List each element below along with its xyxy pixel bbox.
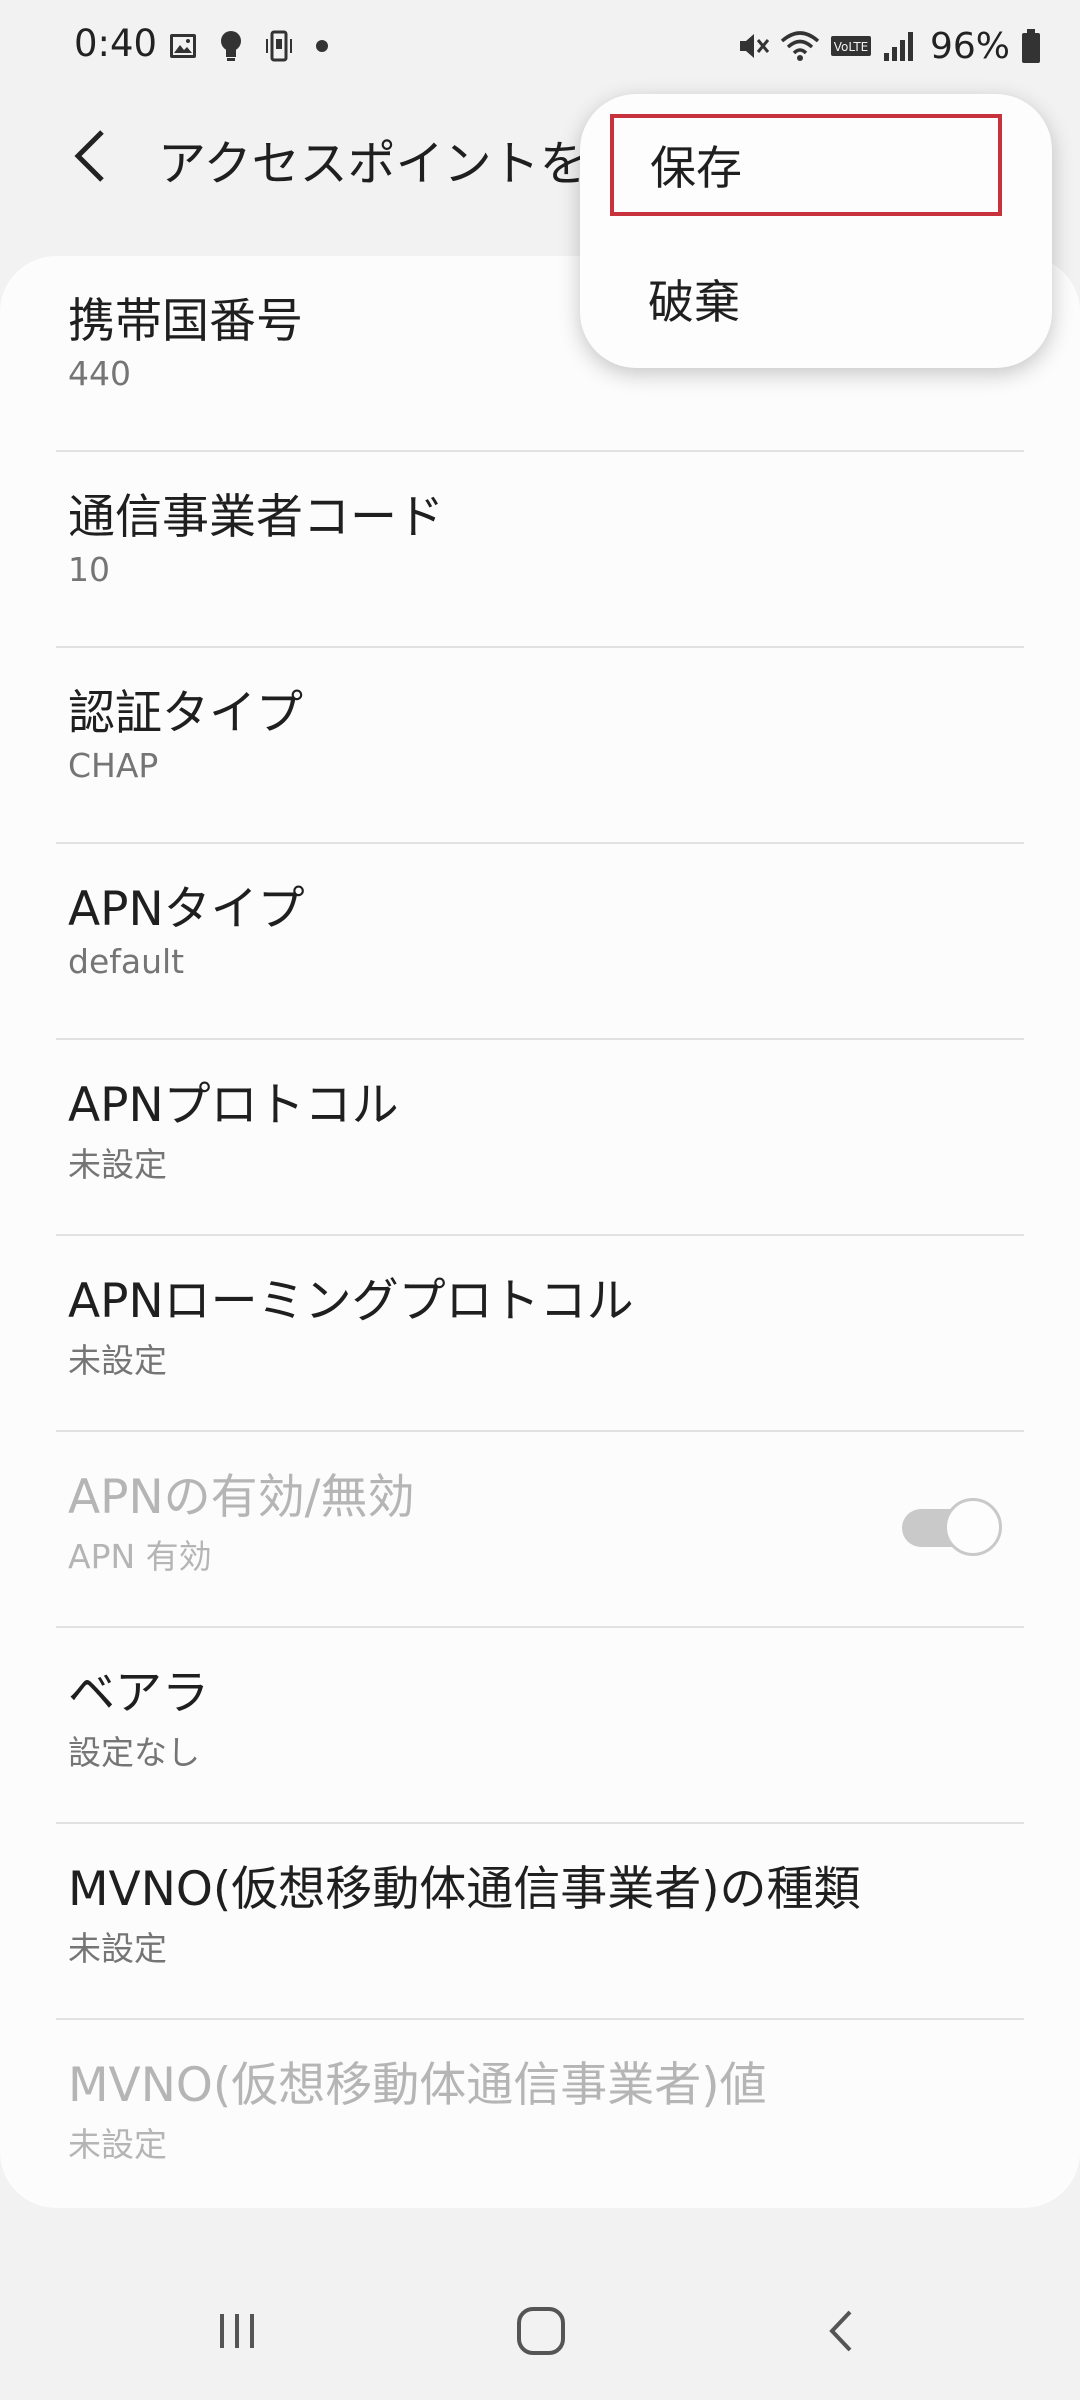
battery-icon [1022,29,1040,63]
home-button[interactable] [496,2286,586,2376]
page-title: アクセスポイントを編集 [158,136,618,192]
volte-icon: VoLTE [830,36,871,56]
nav-back-button[interactable] [798,2286,888,2376]
setting-apn-protocol[interactable]: APNプロトコル 未設定 [0,1040,1080,1236]
setting-value: 未設定 [68,1929,167,1968]
navigation-bar [0,2264,1080,2400]
setting-title: APNタイプ [68,882,305,937]
back-icon [829,2310,852,2352]
setting-title: APNプロトコル [68,1078,399,1133]
bulb-icon [221,31,241,61]
status-right-icons: VoLTE 96% [736,24,1042,68]
setting-title: 通信事業者コード [68,490,444,545]
battery-percent: 96% [929,25,1010,67]
setting-value: APN 有効 [68,1537,212,1576]
status-time: 0:40 [74,22,158,65]
chevron-left-icon [74,130,104,182]
home-icon [517,2307,565,2355]
recents-button[interactable] [192,2286,282,2376]
setting-apn-type[interactable]: APNタイプ default [0,844,1080,1040]
phone-vibrate-icon [266,30,292,62]
setting-title: MVNO(仮想移動体通信事業者)値 [68,2058,767,2113]
setting-apn-enable: APNの有効/無効 APN 有効 [0,1432,1080,1628]
setting-title: ベアラ [68,1666,209,1721]
setting-mvno-value: MVNO(仮想移動体通信事業者)値 未設定 [0,2020,1080,2208]
volte-label: VoLTE [834,40,869,54]
settings-list: 携帯国番号 440 通信事業者コード 10 認証タイプ CHAP APNタイプ … [0,256,1080,2208]
dot-icon [316,40,328,52]
menu-discard[interactable]: 破棄 [620,250,1012,348]
setting-value: 440 [68,354,131,393]
back-button[interactable] [58,124,122,188]
setting-value: 10 [68,550,110,589]
setting-value: 設定なし [68,1733,200,1772]
options-menu: 保存 破棄 [580,94,1052,368]
setting-title: APNローミングプロトコル [68,1274,634,1329]
wifi-icon [780,31,820,61]
setting-mvno-type[interactable]: MVNO(仮想移動体通信事業者)の種類 未設定 [0,1824,1080,2020]
recents-icon [220,2314,254,2348]
setting-bearer[interactable]: ベアラ 設定なし [0,1628,1080,1824]
setting-value: 未設定 [68,2125,167,2164]
status-left-icons [168,28,330,64]
setting-title: 携帯国番号 [68,294,303,349]
image-icon [170,34,196,58]
toggle-thumb [944,1498,1002,1556]
menu-save[interactable]: 保存 [610,114,1002,216]
setting-apn-roaming-protocol[interactable]: APNローミングプロトコル 未設定 [0,1236,1080,1432]
setting-value: default [68,942,185,981]
setting-value: 未設定 [68,1145,167,1184]
setting-auth-type[interactable]: 認証タイプ CHAP [0,648,1080,844]
setting-title: MVNO(仮想移動体通信事業者)の種類 [68,1862,861,1917]
setting-mnc[interactable]: 通信事業者コード 10 [0,452,1080,648]
signal-icon [883,32,913,61]
setting-value: 未設定 [68,1341,167,1380]
setting-title: 認証タイプ [68,686,303,741]
setting-value: CHAP [68,746,159,785]
setting-title: APNの有効/無効 [68,1470,415,1525]
status-bar: 0:40 VoLTE 96% [0,0,1080,92]
mute-icon [739,34,770,58]
apn-enable-toggle[interactable] [902,1498,1002,1556]
